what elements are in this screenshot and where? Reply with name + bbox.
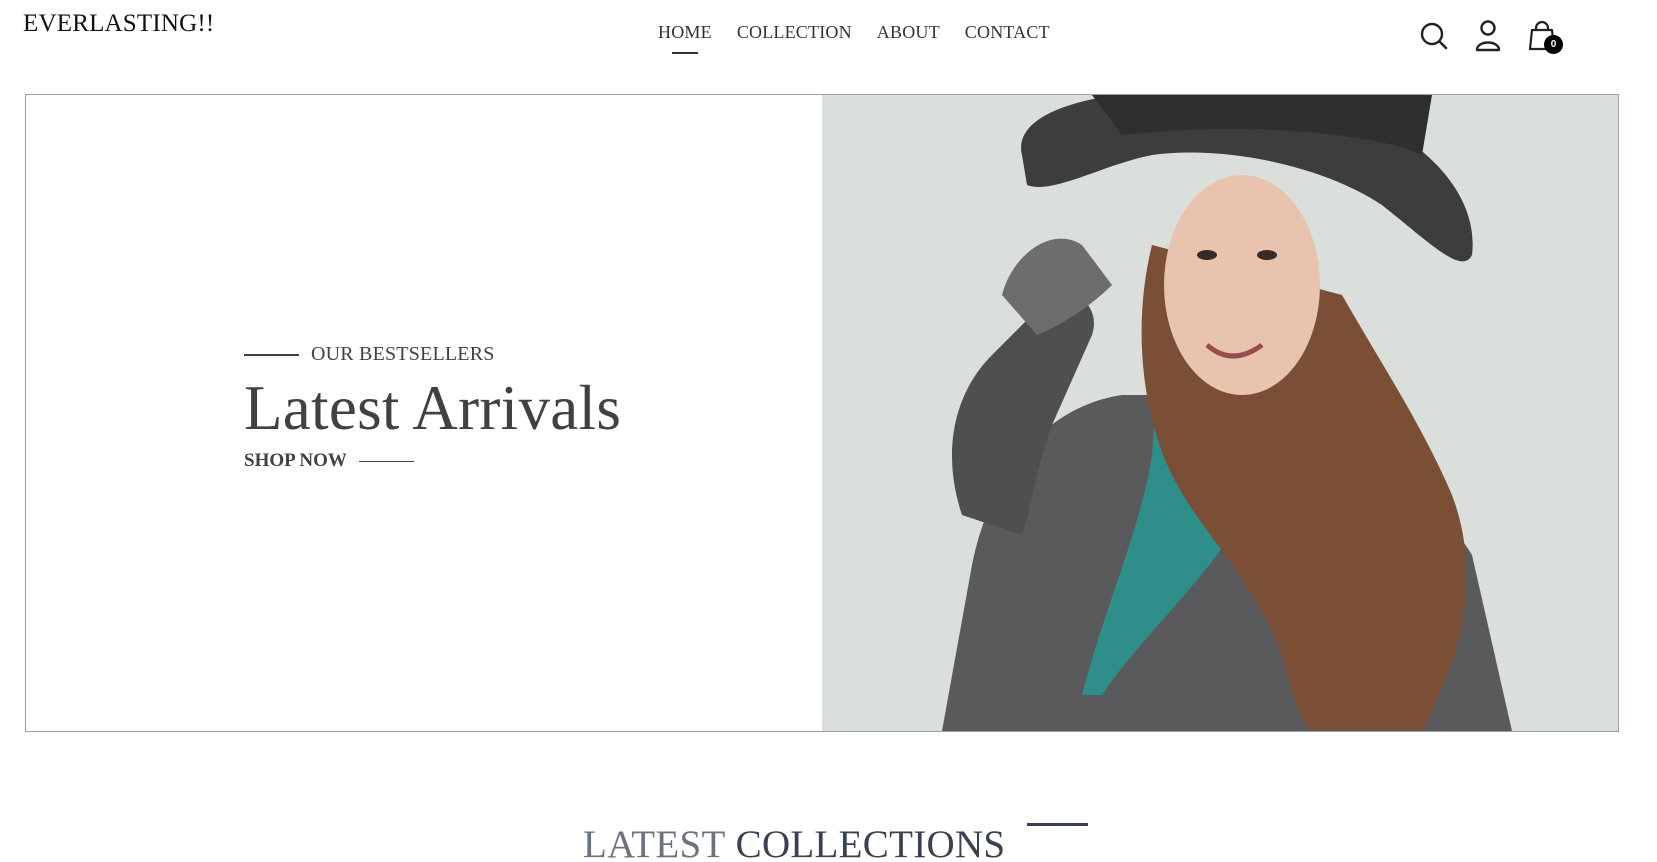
latest-collections-heading: LATEST COLLECTIONS bbox=[583, 822, 1089, 862]
nav-collection[interactable]: COLLECTION bbox=[737, 22, 852, 43]
eyebrow-label: OUR BESTSELLERS bbox=[311, 343, 495, 365]
logo[interactable]: EVERLASTING!! bbox=[23, 10, 214, 38]
hero-title: Latest Arrivals bbox=[244, 373, 622, 443]
cart-count-badge: 0 bbox=[1544, 35, 1563, 54]
heading-line bbox=[1027, 823, 1089, 826]
main-nav: HOME COLLECTION ABOUT CONTACT bbox=[658, 22, 1050, 43]
nav-about[interactable]: ABOUT bbox=[877, 22, 940, 43]
nav-home[interactable]: HOME bbox=[658, 22, 712, 43]
hero-eyebrow: OUR BESTSELLERS bbox=[244, 343, 621, 366]
shop-now-line bbox=[358, 460, 414, 462]
shop-now-label: SHOP NOW bbox=[244, 450, 347, 472]
nav-contact[interactable]: CONTACT bbox=[965, 22, 1050, 43]
page: EVERLASTING!! HOME COLLECTION ABOUT CONT… bbox=[0, 0, 1657, 862]
heading-part-1: LATEST bbox=[583, 823, 726, 862]
shop-now-button[interactable]: SHOP NOW bbox=[244, 450, 621, 472]
hero-banner: OUR BESTSELLERS Latest Arrivals SHOP NOW bbox=[25, 94, 1619, 732]
heading-part-2: COLLECTIONS bbox=[735, 823, 1006, 862]
hero-text: OUR BESTSELLERS Latest Arrivals SHOP NOW bbox=[244, 343, 621, 472]
search-icon[interactable] bbox=[1419, 20, 1449, 52]
header-icons: 0 bbox=[1419, 20, 1563, 54]
hero-photo-illustration bbox=[822, 95, 1618, 731]
hero-text-panel: OUR BESTSELLERS Latest Arrivals SHOP NOW bbox=[26, 95, 822, 731]
profile-icon[interactable] bbox=[1473, 20, 1503, 52]
cart-icon[interactable]: 0 bbox=[1527, 20, 1563, 54]
eyebrow-line bbox=[244, 353, 299, 356]
hero-image bbox=[822, 95, 1618, 731]
